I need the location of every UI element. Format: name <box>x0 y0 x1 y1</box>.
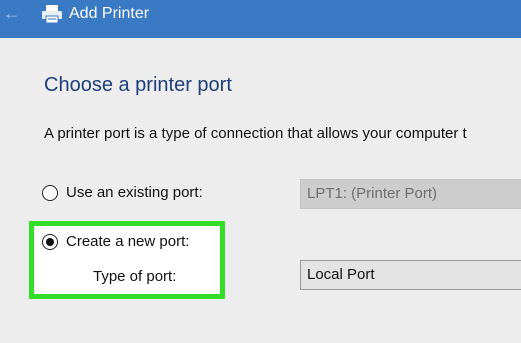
page-description: A printer port is a type of connection t… <box>44 125 467 142</box>
existing-port-dropdown: LPT1: (Printer Port) <box>300 179 521 209</box>
use-existing-port-label[interactable]: Use an existing port: <box>66 182 203 204</box>
title-bar: ← Add Printer <box>0 0 521 38</box>
create-new-port-radio[interactable] <box>42 234 58 250</box>
port-type-dropdown[interactable]: Local Port <box>300 260 521 290</box>
window-title: Add Printer <box>69 5 150 22</box>
type-of-port-label: Type of port: <box>93 268 177 285</box>
page-heading: Choose a printer port <box>44 74 232 96</box>
create-new-port-label[interactable]: Create a new port: <box>66 231 189 253</box>
use-existing-port-option[interactable]: Use an existing port: <box>42 182 262 204</box>
printer-icon <box>42 5 62 24</box>
back-arrow-icon[interactable]: ← <box>2 4 22 22</box>
create-new-port-option[interactable]: Create a new port: <box>42 231 212 253</box>
use-existing-port-radio[interactable] <box>42 185 58 201</box>
